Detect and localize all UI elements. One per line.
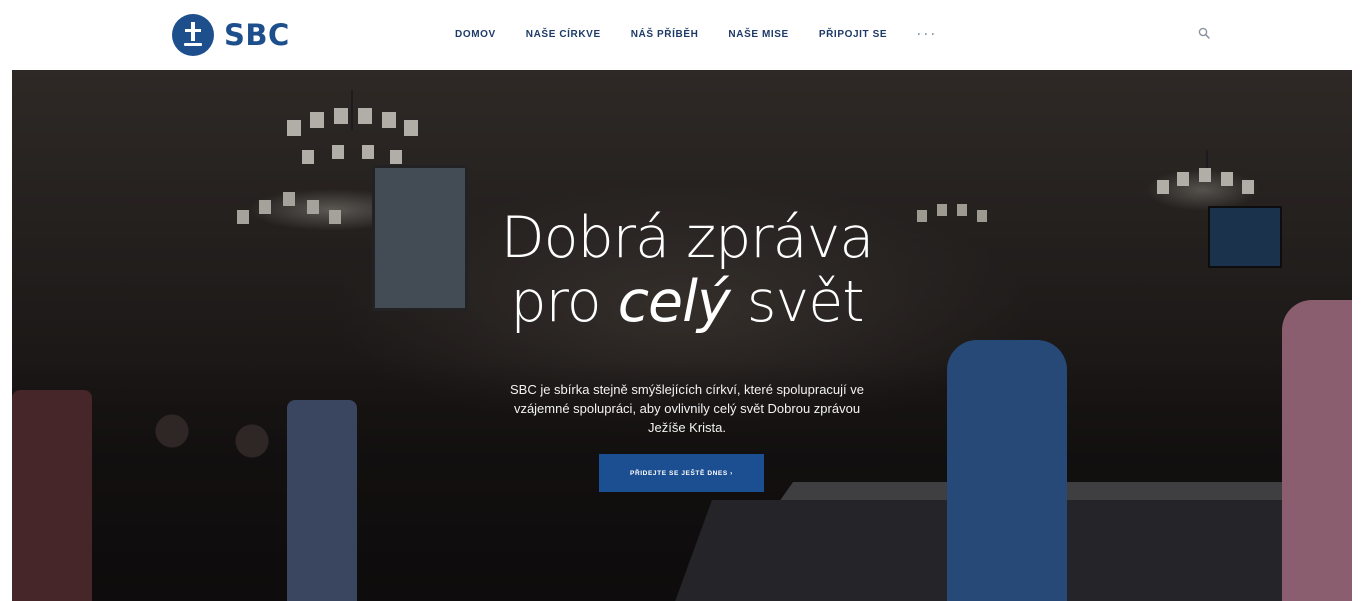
hero-headline: Dobrá zpráva pro celý svět bbox=[467, 206, 907, 334]
search-icon[interactable] bbox=[1198, 27, 1210, 39]
nav-more-menu[interactable]: ··· bbox=[917, 28, 938, 42]
join-today-button[interactable]: PŘIDEJTE SE JEŠTĚ DNES › bbox=[599, 454, 764, 492]
site-header: SBC DOMOV NAŠE CÍRKVE NÁŠ PŘÍBĚH NAŠE MI… bbox=[0, 0, 1362, 70]
headline-line-1: Dobrá zpráva bbox=[500, 205, 875, 271]
hero-banner: Dobrá zpráva pro celý svět SBC je sbírka… bbox=[12, 70, 1352, 601]
nav-item-nase-mise[interactable]: NAŠE MISE bbox=[728, 28, 788, 42]
main-nav: DOMOV NAŠE CÍRKVE NÁŠ PŘÍBĚH NAŠE MISE P… bbox=[455, 28, 938, 42]
headline-emphasis: celý bbox=[617, 269, 731, 335]
nav-item-domov[interactable]: DOMOV bbox=[455, 28, 496, 42]
nav-item-pripojit-se[interactable]: PŘIPOJIT SE bbox=[819, 28, 887, 42]
sbc-cross-logo-icon bbox=[172, 14, 214, 56]
hero-content: Dobrá zpráva pro celý svět SBC je sbírka… bbox=[12, 70, 1352, 601]
site-logo[interactable]: SBC bbox=[172, 14, 290, 56]
nav-item-nase-cirkve[interactable]: NAŠE CÍRKVE bbox=[526, 28, 601, 42]
headline-pro: pro bbox=[510, 269, 618, 335]
headline-end: svět bbox=[729, 269, 865, 335]
hero-description: SBC je sbírka stejně smýšlejících církví… bbox=[509, 382, 864, 435]
nav-item-nas-pribeh[interactable]: NÁŠ PŘÍBĚH bbox=[631, 28, 699, 42]
brand-name: SBC bbox=[224, 18, 290, 52]
